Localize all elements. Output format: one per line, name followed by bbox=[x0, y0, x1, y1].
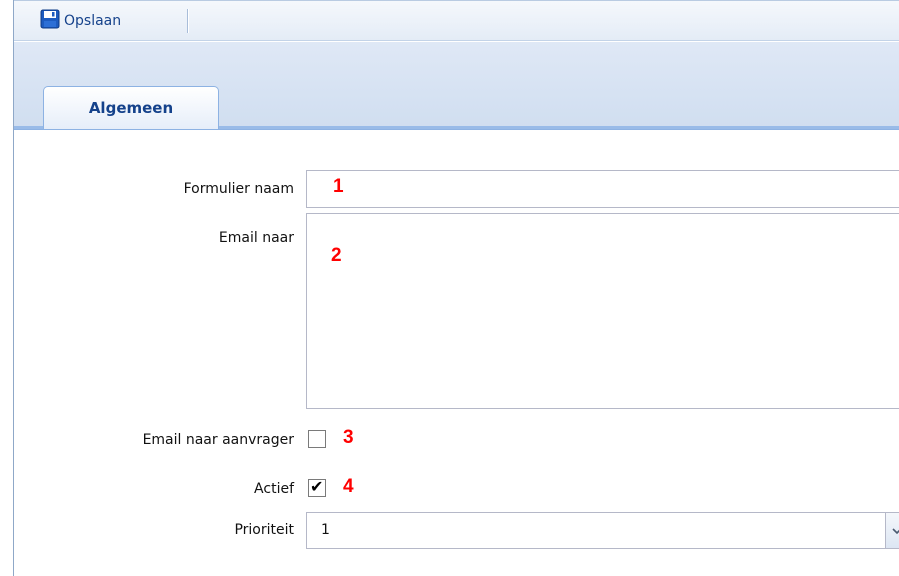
email-requester-checkbox[interactable] bbox=[308, 430, 326, 448]
active-checkbox[interactable]: ✔ bbox=[308, 477, 326, 497]
tab-algemeen-label: Algemeen bbox=[88, 99, 174, 117]
checkmark-icon: ✔ bbox=[310, 477, 324, 496]
active-label: Actief bbox=[254, 481, 294, 497]
email-to-label: Email naar bbox=[218, 230, 294, 246]
form-name-label: Formulier naam bbox=[183, 181, 294, 197]
tab-algemeen[interactable]: Algemeen bbox=[43, 86, 219, 129]
save-button[interactable]: Opslaan bbox=[40, 9, 122, 33]
annotation-3: 3 bbox=[343, 427, 354, 448]
save-button-label: Opslaan bbox=[64, 13, 122, 29]
chevron-down-icon[interactable] bbox=[885, 513, 899, 548]
toolbar: Opslaan bbox=[14, 0, 899, 41]
annotation-4: 4 bbox=[343, 476, 354, 497]
email-requester-label: Email naar aanvrager bbox=[142, 432, 294, 448]
priority-select[interactable]: 1 bbox=[306, 512, 899, 549]
priority-value: 1 bbox=[321, 522, 330, 538]
email-to-textarea[interactable] bbox=[306, 213, 899, 409]
form-name-input[interactable] bbox=[306, 170, 899, 208]
priority-label: Prioriteit bbox=[234, 522, 294, 538]
toolbar-separator bbox=[187, 9, 188, 33]
floppy-disk-icon bbox=[40, 9, 60, 33]
annotation-1: 1 bbox=[333, 176, 344, 197]
annotation-2: 2 bbox=[331, 245, 342, 266]
